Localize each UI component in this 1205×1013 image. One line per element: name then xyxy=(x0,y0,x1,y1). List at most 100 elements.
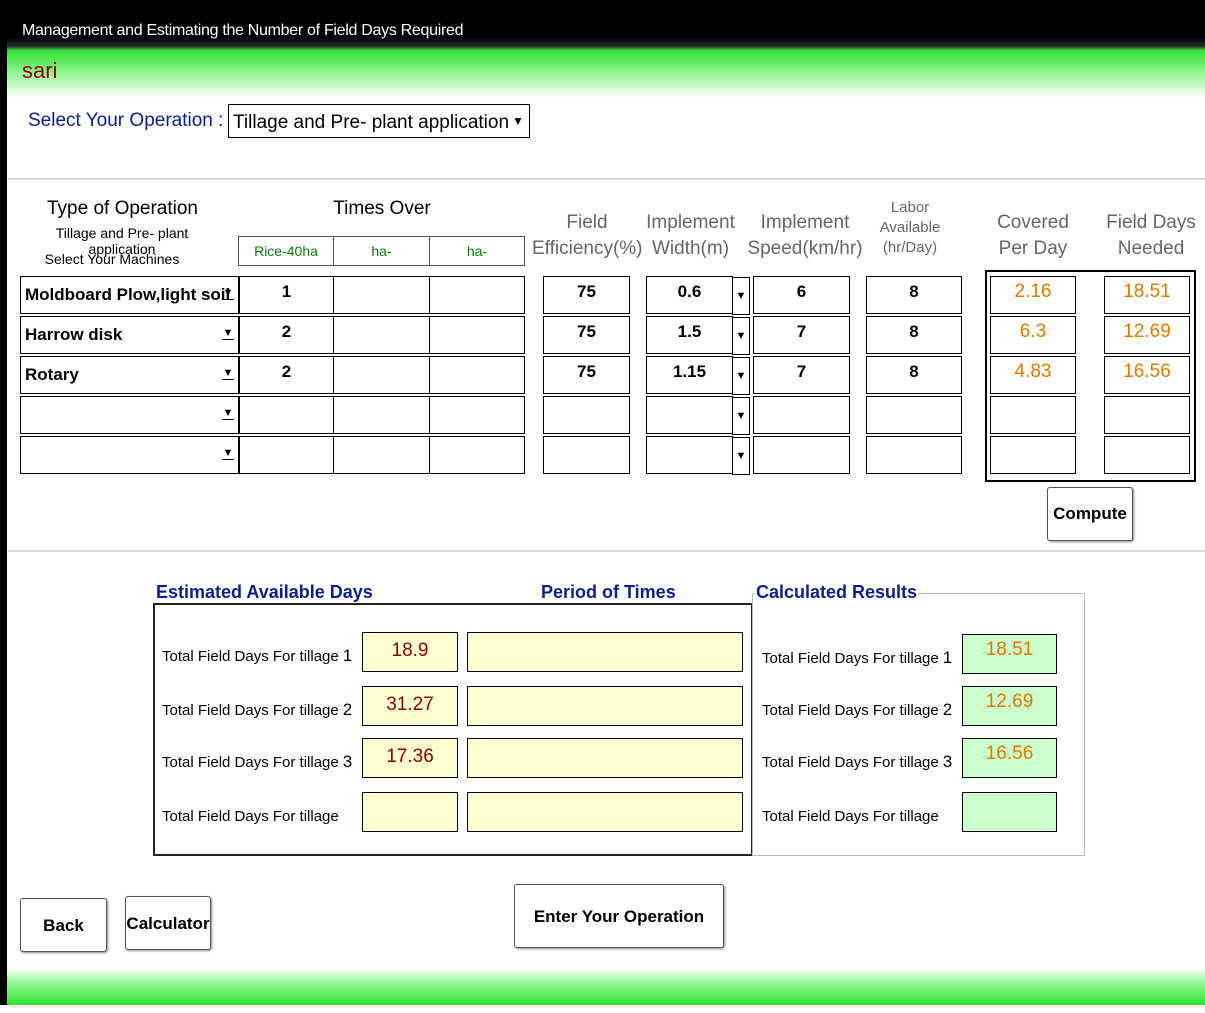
chevron-down-icon[interactable]: ▼ xyxy=(732,437,750,475)
row-label-text: Total Field Days For tillage xyxy=(762,754,939,771)
enter-operation-date-button[interactable]: Enter Your Operation Date xyxy=(514,884,724,990)
period-of-times-field[interactable] xyxy=(467,686,743,726)
field-days-needed-output-value: 18.51 xyxy=(1123,281,1171,302)
covered-header-2: Per Day xyxy=(998,238,1068,259)
row-label-text: Total Field Days For tillage xyxy=(762,702,939,719)
row-label-text: Total Field Days For tillage xyxy=(162,808,339,825)
calculator-button[interactable]: Calculator xyxy=(125,896,211,950)
times-over-3-input[interactable] xyxy=(429,396,525,434)
back-button[interactable]: Back xyxy=(20,898,107,952)
header-band xyxy=(0,50,1205,98)
covered-per-day-output: 2.16 xyxy=(990,276,1076,314)
times-over-1-input[interactable]: 1 xyxy=(239,276,334,314)
field-days-needed-output-value: 12.69 xyxy=(1123,321,1171,342)
times-over-1-input-value: 2 xyxy=(281,322,292,341)
times-over-col-1: Rice-40ha xyxy=(238,236,334,266)
labor-available-input[interactable]: 8 xyxy=(866,316,962,354)
calculated-result-field: 18.51 xyxy=(962,634,1057,674)
labor-available-input-value: 8 xyxy=(909,282,919,301)
field-days-needed-output: 18.51 xyxy=(1104,276,1190,314)
field-efficiency-input[interactable]: 75 xyxy=(543,316,630,354)
chevron-down-icon[interactable]: ▼ xyxy=(732,397,750,435)
chevron-down-icon[interactable]: ▼ xyxy=(222,367,234,380)
covered-per-day-output: 4.83 xyxy=(990,356,1076,394)
times-over-3-input[interactable] xyxy=(429,436,525,474)
implement-width-select[interactable]: 1.15 ▼ xyxy=(646,356,750,395)
machine-select[interactable]: Moldboard Plow,light soil ▼ xyxy=(20,276,239,314)
implement-speed-input[interactable]: 6 xyxy=(753,276,850,314)
times-over-1-input[interactable] xyxy=(239,436,334,474)
operation-select[interactable]: Tillage and Pre- plant application ▼ xyxy=(228,104,530,138)
calculated-result-field: 16.56 xyxy=(962,738,1057,778)
divider xyxy=(8,178,1205,180)
times-over-1-input[interactable]: 2 xyxy=(239,356,334,394)
labor-available-input-value: 8 xyxy=(909,322,919,341)
chevron-down-icon[interactable]: ▼ xyxy=(732,357,750,395)
machine-select[interactable]: ▼ xyxy=(20,396,239,434)
implement-speed-input[interactable]: 7 xyxy=(753,316,850,354)
footer-band xyxy=(0,968,1205,1005)
estimated-days-field[interactable]: 17.36 xyxy=(362,738,458,778)
chevron-down-icon[interactable]: ▼ xyxy=(222,407,234,420)
times-over-2-input[interactable] xyxy=(333,396,430,434)
type-of-operation-header: Type of Operation xyxy=(46,198,199,219)
times-over-1-input-value: 1 xyxy=(281,282,292,301)
labor-available-input[interactable] xyxy=(866,436,962,474)
period-of-times-field[interactable] xyxy=(467,792,743,832)
times-over-3-input[interactable] xyxy=(429,356,525,394)
labor-header-1: Labor xyxy=(890,199,930,216)
row-label-number: 2 xyxy=(342,700,353,719)
times-over-2-input[interactable] xyxy=(333,316,430,354)
row-label-text: Total Field Days For tillage xyxy=(162,702,339,719)
field-efficiency-input[interactable] xyxy=(543,396,630,434)
row-label-number: 3 xyxy=(342,752,353,771)
implement-width-select[interactable]: 0.6 ▼ xyxy=(646,276,750,315)
labor-available-input[interactable] xyxy=(866,396,962,434)
chevron-down-icon[interactable]: ▼ xyxy=(222,287,234,300)
times-over-2-input[interactable] xyxy=(333,276,430,314)
chevron-down-icon[interactable]: ▼ xyxy=(732,277,750,315)
row-label-text: Total Field Days For tillage xyxy=(762,650,939,667)
field-efficiency-input[interactable]: 75 xyxy=(543,276,630,314)
labor-available-input-value: 8 xyxy=(909,362,919,381)
field-days-needed-output-value: 16.56 xyxy=(1123,361,1171,382)
compute-button[interactable]: Compute xyxy=(1047,487,1133,541)
chevron-down-icon[interactable]: ▼ xyxy=(222,447,234,460)
field-days-needed-output: 16.56 xyxy=(1104,356,1190,394)
implement-width-select[interactable]: ▼ xyxy=(646,436,750,475)
machine-select[interactable]: Harrow disk ▼ xyxy=(20,316,239,354)
times-over-3-input[interactable] xyxy=(429,276,525,314)
chevron-down-icon[interactable]: ▼ xyxy=(222,327,234,340)
select-operation-label: Select Your Operation : xyxy=(28,110,224,131)
field-efficiency-input[interactable]: 75 xyxy=(543,356,630,394)
times-over-2-input[interactable] xyxy=(333,436,430,474)
estimated-days-field[interactable]: 31.27 xyxy=(362,686,458,726)
row-label-number: 1 xyxy=(942,648,953,667)
period-of-times-field[interactable] xyxy=(467,632,743,672)
chevron-down-icon[interactable]: ▼ xyxy=(732,317,750,355)
labor-available-input[interactable]: 8 xyxy=(866,276,962,314)
field-efficiency-input[interactable] xyxy=(543,436,630,474)
implement-speed-input[interactable] xyxy=(753,396,850,434)
times-over-3-input[interactable] xyxy=(429,316,525,354)
machine-select[interactable]: Rotary ▼ xyxy=(20,356,239,394)
chevron-down-icon[interactable]: ▼ xyxy=(509,109,527,133)
period-of-times-field[interactable] xyxy=(467,738,743,778)
labor-available-input[interactable]: 8 xyxy=(866,356,962,394)
field-days-needed-output: 12.69 xyxy=(1104,316,1190,354)
times-over-header: Times Over xyxy=(333,198,431,219)
estimated-days-field[interactable]: 18.9 xyxy=(362,632,458,672)
implement-width-select[interactable]: ▼ xyxy=(646,396,750,435)
field-days-header-2: Needed xyxy=(1117,238,1185,259)
times-over-1-input[interactable]: 2 xyxy=(239,316,334,354)
times-over-1-input[interactable] xyxy=(239,396,334,434)
covered-per-day-output xyxy=(990,436,1076,474)
estimated-days-field[interactable] xyxy=(362,792,458,832)
times-over-2-input[interactable] xyxy=(333,356,430,394)
implement-width-select[interactable]: 1.5 ▼ xyxy=(646,316,750,355)
implement-width-header-1: Implement xyxy=(646,212,735,233)
machine-select[interactable]: ▼ xyxy=(20,436,239,474)
implement-speed-input[interactable] xyxy=(753,436,850,474)
machine-select-value: Harrow disk xyxy=(25,325,123,344)
implement-speed-input[interactable]: 7 xyxy=(753,356,850,394)
